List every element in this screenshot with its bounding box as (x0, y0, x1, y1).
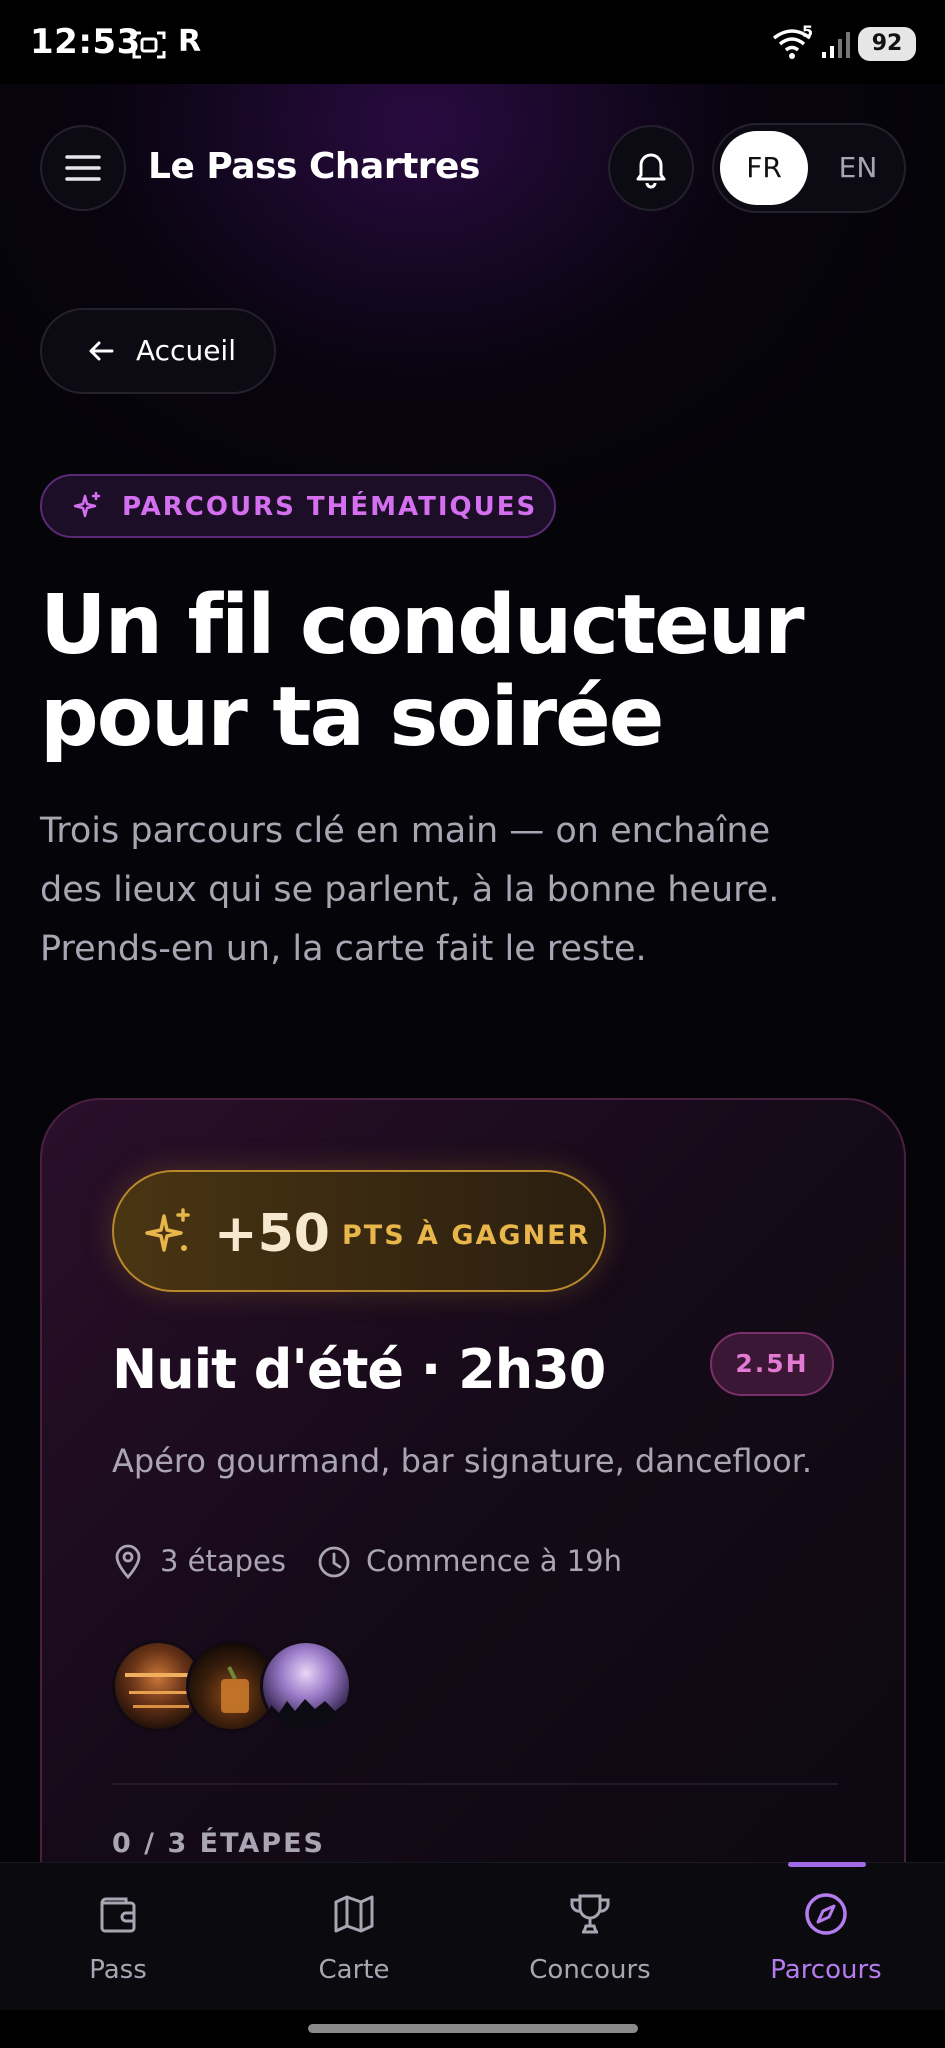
card-divider (112, 1783, 838, 1785)
wifi-badge: 5 (802, 22, 814, 41)
home-gesture-bar[interactable] (308, 2024, 638, 2033)
sparkles-icon (145, 1208, 190, 1252)
route-description: Apéro gourmand, bar signature, dancefloo… (112, 1442, 813, 1480)
route-title: Nuit d'été · 2h30 (112, 1338, 606, 1401)
carrier-badge: R (178, 24, 202, 59)
points-value: +50 (214, 1204, 330, 1264)
page-title-line2: pour ta soirée (40, 670, 664, 765)
lang-fr-option[interactable]: FR (720, 131, 808, 205)
page-title: Un fil conducteur pour ta soirée (40, 580, 910, 764)
arrow-left-icon (89, 341, 114, 361)
nav-item-carte[interactable]: Carte (236, 1863, 472, 2011)
back-label: Accueil (136, 334, 236, 367)
stop-thumbnail-dancefloor (260, 1640, 352, 1732)
app-title: Le Pass Chartres (148, 146, 480, 187)
menu-button[interactable] (40, 125, 126, 211)
back-button[interactable]: Accueil (40, 308, 276, 394)
points-pill: +50 PTS À GAGNER (112, 1170, 606, 1292)
screenshot-icon (132, 31, 166, 59)
points-label: PTS À GAGNER (342, 1220, 591, 1251)
battery-indicator: 92 (858, 27, 916, 61)
bell-icon (636, 153, 666, 189)
route-start-time: Commence à 19h (366, 1544, 622, 1578)
status-bar: 12:53 R 5 92 (0, 0, 945, 84)
section-badge: PARCOURS THÉMATIQUES (40, 474, 556, 538)
language-switch: FR EN (712, 123, 906, 213)
nav-item-pass[interactable]: Pass (0, 1863, 236, 2011)
map-icon (334, 1895, 374, 1933)
clock-icon (318, 1546, 350, 1578)
signal-icon (822, 32, 850, 58)
nav-label-concours: Concours (529, 1955, 651, 1985)
route-progress: 0 / 3 ÉTAPES (112, 1828, 325, 1859)
trophy-icon (570, 1894, 610, 1934)
nav-item-concours[interactable]: Concours (472, 1863, 708, 2011)
nav-item-parcours[interactable]: Parcours (708, 1863, 944, 2011)
lang-en-option[interactable]: EN (818, 131, 898, 205)
menu-icon (65, 155, 101, 181)
page-title-line1: Un fil conducteur (40, 578, 805, 673)
duration-badge: 2.5H (710, 1332, 834, 1396)
nav-label-pass: Pass (89, 1955, 147, 1985)
notifications-button[interactable] (608, 125, 694, 211)
nav-label-parcours: Parcours (770, 1955, 882, 1985)
page-subtitle: Trois parcours clé en main — on enchaîne… (40, 811, 780, 969)
compass-icon (805, 1893, 847, 1935)
bottom-nav: Pass Carte Concours Parcours (0, 1862, 945, 2011)
section-badge-label: PARCOURS THÉMATIQUES (122, 492, 538, 522)
route-stops: 3 étapes (160, 1544, 287, 1578)
nav-label-carte: Carte (318, 1955, 390, 1985)
active-tab-indicator (788, 1862, 866, 1867)
status-time: 12:53 (30, 22, 141, 62)
wallet-icon (100, 1897, 136, 1933)
sparkles-icon (73, 491, 101, 518)
map-pin-icon (115, 1544, 141, 1580)
